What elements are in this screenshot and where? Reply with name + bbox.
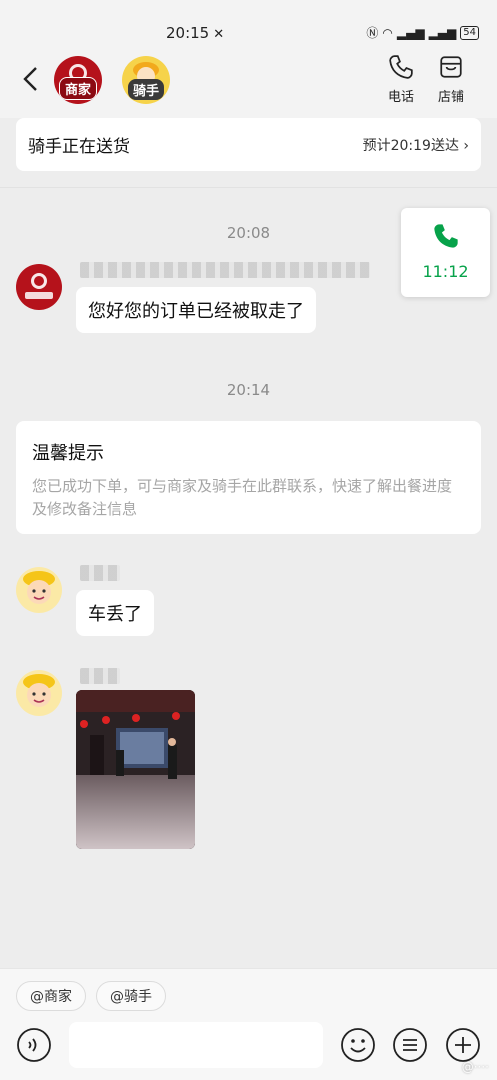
watermark: @····	[461, 1060, 489, 1074]
voice-button[interactable]	[16, 1027, 52, 1067]
tip-body: 您已成功下单，可与商家及骑手在此群联系，快速了解出餐进度及修改备注信息	[32, 477, 453, 518]
floating-call-widget[interactable]: 11:12	[401, 208, 490, 297]
image-message[interactable]	[76, 690, 195, 849]
battery-icon: 54	[460, 25, 479, 40]
back-button[interactable]	[20, 64, 44, 94]
merchant-logo-icon	[25, 273, 53, 299]
delivery-status-card[interactable]: 骑手正在送货 预计20:19送达 ›	[16, 118, 481, 171]
rider-avatar[interactable]: 骑手	[122, 56, 170, 104]
rider-badge: 骑手	[127, 79, 165, 100]
status-time: 20:15 ✕	[166, 24, 225, 42]
delivery-eta: 预计20:19送达 ›	[362, 137, 469, 154]
call-label: 电话	[387, 90, 414, 105]
message-input[interactable]	[69, 1022, 323, 1068]
signal-icon: ▂▄▆	[396, 25, 425, 40]
merchant-avatar[interactable]: 商家	[54, 56, 102, 104]
chat-header: 商家 骑手 电话 店铺	[0, 44, 497, 118]
rider-message-avatar[interactable]	[16, 670, 62, 716]
plus-icon	[446, 1028, 480, 1062]
system-tip-card: 温馨提示 您已成功下单，可与商家及骑手在此群联系，快速了解出餐进度及修改备注信息	[16, 421, 481, 534]
phone-call-icon	[433, 224, 458, 248]
tip-title: 温馨提示	[32, 443, 104, 464]
list-icon	[393, 1028, 427, 1062]
message-timestamp: 20:14	[226, 381, 271, 399]
sender-name-blurred	[80, 262, 370, 278]
merchant-badge: 商家	[58, 77, 98, 100]
quick-reply-button[interactable]	[392, 1027, 428, 1067]
message-bubble[interactable]: 车丢了	[76, 590, 154, 636]
store-icon	[440, 56, 462, 78]
photo-thumbnail	[76, 690, 195, 849]
store-label: 店铺	[437, 90, 464, 105]
voice-icon	[17, 1028, 51, 1062]
message-bubble[interactable]: 您好您的订单已经被取走了	[76, 287, 316, 333]
signal2-icon: ▂▄▆	[428, 25, 457, 40]
sender-name-blurred	[80, 565, 120, 581]
nfc-icon: Ⓝ	[366, 26, 379, 40]
phone-icon	[389, 55, 413, 79]
rider-face-icon	[23, 571, 55, 604]
composer-area: @商家 @骑手 @····	[0, 968, 497, 1080]
status-bar: 20:15 ✕ Ⓝ ◠ ▂▄▆ ▂▄▆ 54	[0, 0, 497, 44]
status-icons: Ⓝ ◠ ▂▄▆ ▂▄▆ 54	[366, 24, 479, 41]
mute-icon: ✕	[213, 27, 225, 42]
emoji-icon	[341, 1028, 375, 1062]
rider-face-icon	[23, 674, 55, 707]
merchant-message-avatar[interactable]	[16, 264, 62, 310]
chevron-left-icon	[23, 67, 37, 91]
call-button[interactable]: 电话	[381, 54, 421, 105]
wifi-icon: ◠	[382, 25, 393, 40]
rider-message-avatar[interactable]	[16, 567, 62, 613]
delivery-title: 骑手正在送货	[28, 137, 130, 157]
header-divider	[0, 187, 497, 188]
mention-merchant-chip[interactable]: @商家	[16, 981, 86, 1011]
call-timer: 11:12	[422, 262, 469, 281]
mention-rider-chip[interactable]: @骑手	[96, 981, 166, 1011]
sender-name-blurred	[80, 668, 120, 684]
store-button[interactable]: 店铺	[431, 54, 471, 105]
emoji-button[interactable]	[340, 1027, 376, 1067]
